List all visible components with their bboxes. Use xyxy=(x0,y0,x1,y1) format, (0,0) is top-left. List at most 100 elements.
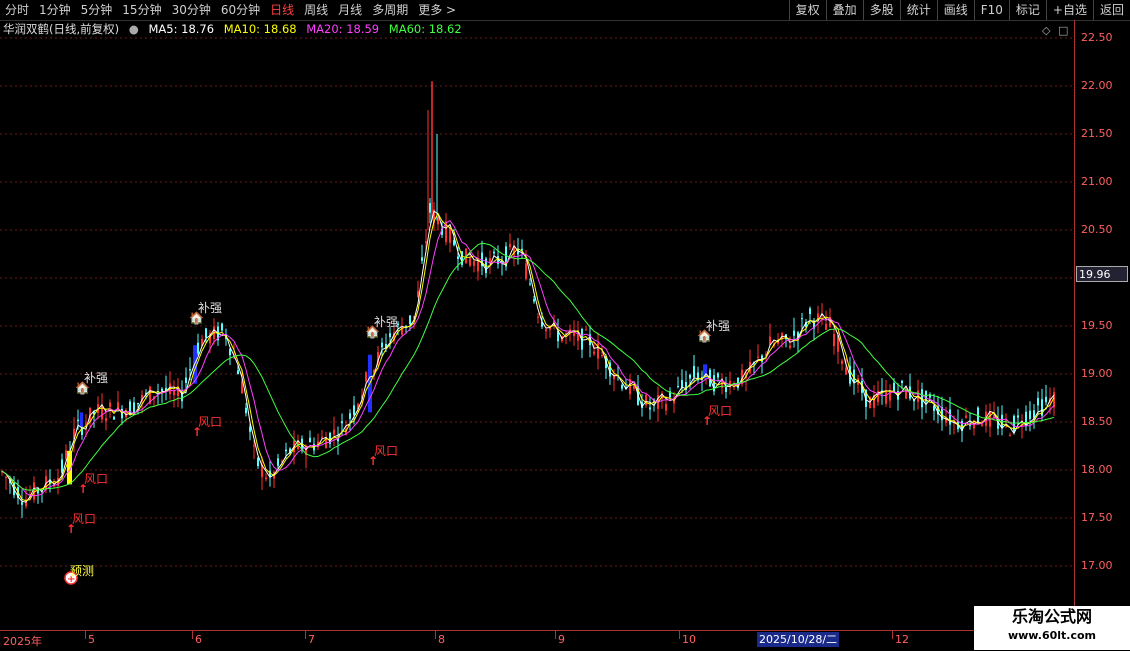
candle-body xyxy=(61,459,63,473)
candle-body xyxy=(717,373,719,378)
candle-body xyxy=(21,502,23,505)
timeframe-tab-7[interactable]: 周线 xyxy=(299,0,333,20)
candle-body xyxy=(173,390,175,396)
timeframe-tab-3[interactable]: 15分钟 xyxy=(117,0,166,20)
candle-body xyxy=(265,477,267,480)
candle-body xyxy=(249,426,251,432)
candle-body xyxy=(65,450,67,459)
candle-body xyxy=(949,409,951,425)
candle-body xyxy=(113,416,115,420)
candle-body xyxy=(725,387,727,393)
candle-body xyxy=(833,333,835,347)
candle-body xyxy=(1029,410,1031,419)
candle-body xyxy=(981,424,983,426)
selected-date: 2025/10/28/二 xyxy=(757,632,840,647)
price-tick: 18.50 xyxy=(1081,415,1113,428)
candle-body xyxy=(109,402,111,407)
candle-body xyxy=(421,257,423,261)
candle-body xyxy=(1009,435,1011,437)
candle-body xyxy=(429,203,431,213)
price-tick: 19.50 xyxy=(1081,319,1113,332)
tool-button-2[interactable]: 多股 xyxy=(862,0,900,20)
candle-body xyxy=(801,318,803,320)
date-tick: 6 xyxy=(195,633,202,646)
candle-body xyxy=(1045,396,1047,403)
candle-body xyxy=(253,445,255,447)
candle-body xyxy=(457,256,459,260)
candle-body xyxy=(185,377,187,384)
timeframe-tab-4[interactable]: 30分钟 xyxy=(167,0,216,20)
watermark-url: www.60lt.com xyxy=(1007,629,1097,642)
signal-label-fk: 风口 xyxy=(84,472,108,486)
candle-body xyxy=(493,251,495,254)
candle-body xyxy=(341,421,343,424)
candle-body xyxy=(681,380,683,388)
price-tick: 19.00 xyxy=(1081,367,1113,380)
tool-button-8[interactable]: 返回 xyxy=(1092,0,1130,20)
signal-label-yc: 预测 xyxy=(70,564,94,578)
candle-body xyxy=(101,405,103,420)
candle-body xyxy=(665,403,667,411)
tool-button-7[interactable]: +自选 xyxy=(1045,0,1093,20)
candle-body xyxy=(133,402,135,414)
timeframe-tab-1[interactable]: 1分钟 xyxy=(34,0,76,20)
candle-body xyxy=(425,241,427,244)
tool-button-3[interactable]: 统计 xyxy=(899,0,937,20)
candle-body xyxy=(585,329,587,331)
candle-body xyxy=(277,458,279,466)
candle-body xyxy=(677,385,679,387)
signal-label-bq: 补强 xyxy=(198,301,222,315)
watermark-title: 乐淘公式网 xyxy=(1011,607,1092,626)
ma60-line xyxy=(1,242,1055,491)
candle-body xyxy=(693,366,695,378)
candle-body xyxy=(545,329,547,332)
timeframe-tab-6[interactable]: 日线 xyxy=(265,0,299,20)
candle-body xyxy=(789,345,791,349)
candle-body xyxy=(469,258,471,266)
date-tick: 5 xyxy=(88,633,95,646)
candle-body xyxy=(77,419,79,422)
candle-body xyxy=(257,457,259,467)
candle-body xyxy=(645,394,647,406)
timeframe-tab-5[interactable]: 60分钟 xyxy=(216,0,265,20)
candle-body xyxy=(189,369,191,371)
signal-label-bq: 补强 xyxy=(374,315,398,329)
tool-button-5[interactable]: F10 xyxy=(973,0,1009,20)
candle-body xyxy=(5,476,7,479)
tool-button-1[interactable]: 叠加 xyxy=(825,0,863,20)
candle-body xyxy=(105,418,107,421)
candle-body xyxy=(365,372,367,382)
candle-body xyxy=(593,351,595,355)
timeframe-tab-0[interactable]: 分时 xyxy=(0,0,34,20)
watermark: 乐淘公式网 www.60lt.com xyxy=(974,606,1130,650)
kline-chart[interactable]: 🏠补强🏠补强🏠补强🏠补强↑风口↑风口↑风口↑风口↑风口+预测 xyxy=(0,20,1074,630)
ma5-line xyxy=(1,210,1055,503)
tool-button-6[interactable]: 标记 xyxy=(1008,0,1046,20)
timeframe-tab-10[interactable]: 更多 > xyxy=(413,0,461,20)
candle-body xyxy=(229,348,231,356)
tool-button-0[interactable]: 复权 xyxy=(788,0,826,20)
candle-body xyxy=(285,449,287,452)
signal-label-fk: 风口 xyxy=(708,404,732,418)
candle-body xyxy=(509,243,511,248)
candle-body xyxy=(381,342,383,348)
timeframe-tab-9[interactable]: 多周期 xyxy=(367,0,413,20)
candle-body xyxy=(893,383,895,393)
price-tick: 17.00 xyxy=(1081,559,1113,572)
date-tick: 10 xyxy=(682,633,696,646)
candle-body xyxy=(793,330,795,336)
candle-body xyxy=(1017,415,1019,418)
candle-body xyxy=(601,355,603,357)
timeframe-tab-8[interactable]: 月线 xyxy=(333,0,367,20)
timeframe-tab-2[interactable]: 5分钟 xyxy=(76,0,118,20)
candle-body xyxy=(621,385,623,389)
candle-body xyxy=(757,356,759,358)
date-tick: 12 xyxy=(895,633,909,646)
candle-body xyxy=(309,437,311,442)
candle-body xyxy=(353,405,355,415)
signal-label-fk: 风口 xyxy=(374,444,398,458)
candle-body xyxy=(825,323,827,330)
tool-button-4[interactable]: 画线 xyxy=(936,0,974,20)
price-tick: 22.00 xyxy=(1081,79,1113,92)
price-tick: 18.00 xyxy=(1081,463,1113,476)
